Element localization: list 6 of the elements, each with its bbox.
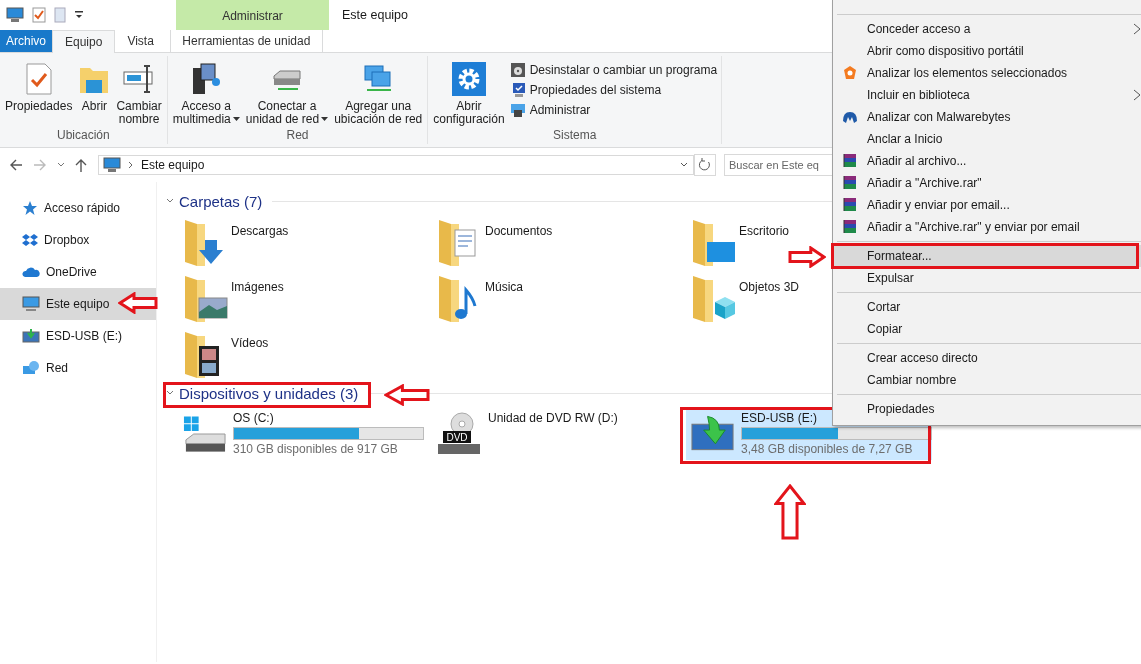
address-path: Este equipo xyxy=(141,158,206,172)
context-tab-header: Administrar xyxy=(176,0,329,30)
ribbon-group-label: Red xyxy=(286,128,309,144)
ribbon-group-label: Ubicación xyxy=(57,128,110,144)
ribbon-group-label: Sistema xyxy=(552,128,597,144)
window-title: Este equipo xyxy=(342,8,409,22)
